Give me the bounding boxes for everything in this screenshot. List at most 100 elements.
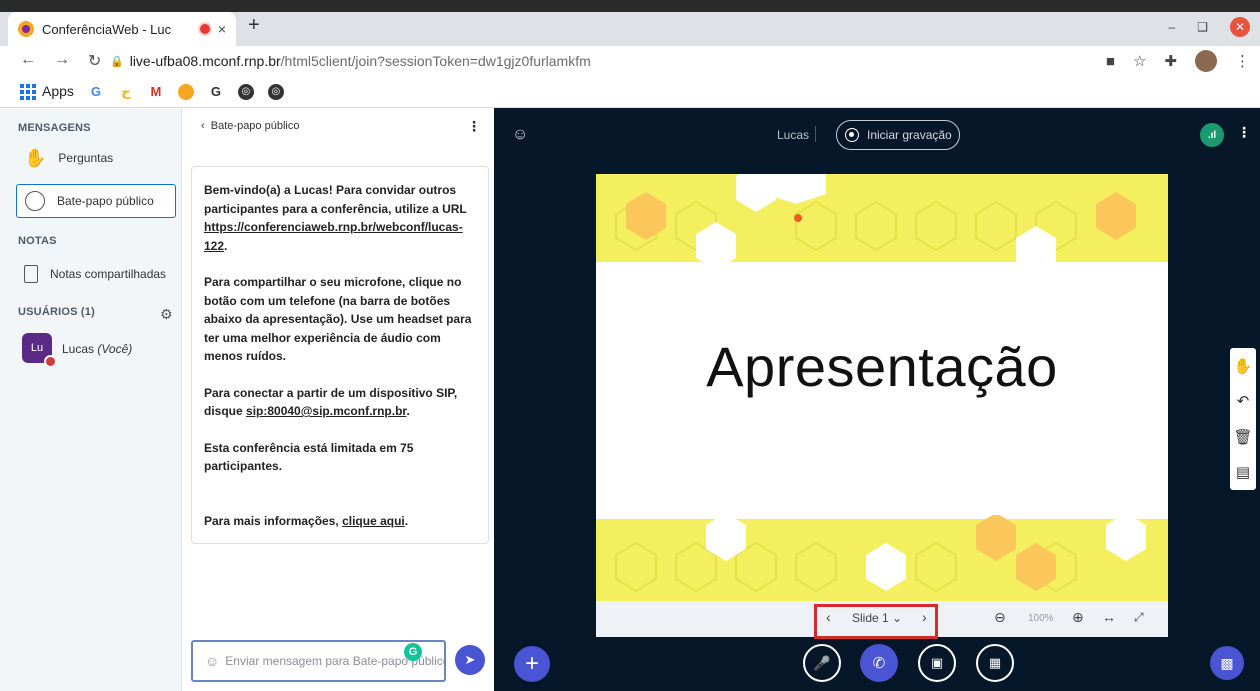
avatar[interactable]: Lu (22, 333, 57, 368)
send-message-button[interactable]: ➤ (455, 645, 485, 675)
welcome-paragraph-1: Bem-vindo(a) a Lucas! Para convidar outr… (204, 181, 476, 255)
recording-indicator-icon (199, 24, 210, 34)
sip-link[interactable]: sip:80040@sip.mconf.rnp.br (246, 404, 406, 418)
camera-in-use-icon[interactable]: ■ (1106, 53, 1115, 70)
slide-selector[interactable]: Slide 1 ⌄ (852, 611, 902, 625)
previous-slide-button[interactable]: ‹ (826, 609, 831, 625)
whiteboard-toolbar: ✋ ↶ 🗑 ▤ (1230, 348, 1256, 490)
close-window-icon[interactable]: ✕ (1230, 17, 1250, 37)
bookmark-star-icon[interactable]: ☆ (1133, 52, 1146, 70)
welcome-message: Bem-vindo(a) a Lucas! Para convidar outr… (191, 166, 489, 544)
welcome-paragraph-5: Para mais informações, clique aqui. (204, 512, 476, 531)
sidebar-item-shared-notes[interactable]: Notas compartilhadas (16, 258, 176, 290)
new-tab-button[interactable]: + (248, 14, 260, 37)
chat-options-icon[interactable]: ⋮ (467, 118, 481, 135)
mute-microphone-button[interactable]: 🎤 (803, 644, 841, 682)
welcome-name: Lucas (294, 183, 329, 197)
options-menu-icon[interactable]: ⋮ (1237, 124, 1251, 141)
zoom-in-icon[interactable]: ⊕ (1072, 609, 1084, 626)
g-bookmark-icon[interactable]: G (208, 84, 224, 100)
user-you-tag: (Você) (97, 342, 133, 356)
welcome-paragraph-2: Para compartilhar o seu microfone, cliqu… (204, 275, 472, 363)
url-field[interactable]: live-ufba08.mconf.rnp.br/html5client/joi… (130, 53, 591, 69)
profile-avatar[interactable] (1195, 50, 1217, 72)
record-label: Iniciar gravação (867, 128, 952, 142)
lock-icon[interactable]: 🔒 (110, 55, 124, 68)
user-list-toggle-icon[interactable]: ☺ (512, 126, 528, 144)
restore-presentation-button[interactable]: ▩ (1210, 646, 1244, 680)
more-info-link[interactable]: clique aqui (342, 514, 405, 528)
welcome-text: . (224, 238, 228, 253)
document-icon (24, 265, 38, 283)
muted-mic-icon (44, 355, 57, 368)
sync-bookmark-icon[interactable]: ح (118, 84, 134, 100)
presenter-name: Lucas (777, 128, 810, 142)
reload-icon[interactable]: ↻ (88, 51, 101, 71)
apps-bookmark[interactable]: Apps (20, 83, 74, 101)
sidebar-item-label: Notas compartilhadas (50, 267, 167, 281)
user-name: Lucas (62, 342, 95, 356)
tab-close-button[interactable]: × (218, 21, 226, 37)
raised-hand-icon: ✋ (24, 147, 47, 168)
apps-grid-icon (20, 84, 36, 101)
next-slide-button[interactable]: › (922, 609, 927, 625)
google-bookmark-icon[interactable]: G (88, 84, 104, 100)
chat-header[interactable]: ‹ Bate-papo público (201, 120, 299, 132)
fullscreen-icon[interactable]: ⤢ (1134, 610, 1144, 625)
sidebar: MENSAGENS ✋ Perguntas Bate-papo público … (0, 108, 182, 691)
sidebar-item-label: Bate-papo público (57, 194, 154, 208)
grammarly-icon[interactable]: G (404, 643, 422, 661)
actions-plus-button[interactable]: + (514, 646, 550, 682)
users-section-header: USUÁRIOS (1) (18, 306, 95, 318)
hexagon-pattern-top (596, 174, 1168, 270)
hand-tool-icon[interactable]: ✋ (1234, 357, 1253, 375)
forward-icon[interactable]: → (54, 51, 70, 71)
sidebar-item-public-chat[interactable]: Bate-papo público (16, 184, 176, 218)
back-icon[interactable]: ← (20, 51, 36, 71)
undo-icon[interactable]: ↶ (1237, 392, 1250, 410)
chevron-left-icon: ‹ (201, 120, 211, 132)
start-recording-button[interactable]: Iniciar gravação (836, 120, 960, 150)
record-icon (845, 128, 859, 142)
fit-width-icon[interactable]: ↔ (1102, 609, 1116, 625)
slide-selector-label: Slide 1 (852, 611, 889, 625)
globe-bookmark-icon-2[interactable]: ◎ (267, 83, 284, 100)
slide-title: Apresentação (706, 335, 1058, 398)
globe-bookmark-icon[interactable]: ◎ (237, 83, 254, 100)
trash-icon[interactable]: 🗑 (1233, 428, 1252, 446)
browser-toolbar-right: ■ ☆ ✚ ⋮ (1106, 50, 1250, 72)
connection-status-icon[interactable]: .ıl (1200, 123, 1224, 147)
divider (815, 126, 816, 142)
zoom-level: 100% (1028, 613, 1054, 624)
minimize-icon[interactable]: – (1169, 20, 1176, 34)
emoji-icon[interactable]: ☺ (205, 653, 219, 669)
window-controls: – ❑ ✕ (1169, 12, 1260, 42)
zoom-out-icon[interactable]: ⊖ (994, 609, 1006, 626)
conference-url-link[interactable]: https://conferenciaweb.rnp.br/webconf/lu… (204, 220, 463, 253)
address-bar-row: ← → ↻ 🔒 live-ufba08.mconf.rnp.br/html5cl… (0, 46, 1260, 76)
gear-icon[interactable]: ⚙ (160, 306, 173, 323)
hexagon-pattern-bottom (596, 515, 1168, 601)
restore-icon[interactable]: ❑ (1197, 20, 1208, 34)
chat-title: Bate-papo público (210, 120, 300, 132)
chevron-down-icon: ⌄ (892, 611, 903, 625)
tab-title: ConferênciaWeb - Luc (42, 21, 172, 37)
browser-menu-icon[interactable]: ⋮ (1235, 52, 1250, 70)
extensions-icon[interactable]: ✚ (1164, 52, 1177, 70)
browser-tab[interactable]: ConferênciaWeb - Luc × (8, 12, 236, 46)
multi-user-whiteboard-icon[interactable]: ▤ (1236, 463, 1250, 481)
share-screen-button[interactable]: ▦ (976, 644, 1014, 682)
user-list-item[interactable]: Lucas (Você) (62, 342, 132, 356)
conferenciaweb-bookmark-icon[interactable] (177, 83, 194, 100)
welcome-text: Esta conferência está limitada em (204, 440, 401, 455)
favicon-icon (18, 21, 34, 37)
sidebar-item-questions[interactable]: ✋ Perguntas (16, 142, 176, 174)
slide-controls-bar: ‹ Slide 1 ⌄ › ⊖ 100% ⊕ ↔ ⤢ (596, 601, 1168, 639)
welcome-paragraph-4: Esta conferência está limitada em 75 par… (204, 439, 476, 476)
share-webcam-button[interactable]: ▣ (918, 644, 956, 682)
leave-audio-button[interactable]: ✆ (860, 644, 898, 682)
gmail-bookmark-icon[interactable]: M (148, 84, 164, 100)
welcome-text: . (404, 513, 409, 528)
url-host: live-ufba08.mconf.rnp.br (129, 53, 281, 69)
window-titlebar (0, 0, 1260, 12)
